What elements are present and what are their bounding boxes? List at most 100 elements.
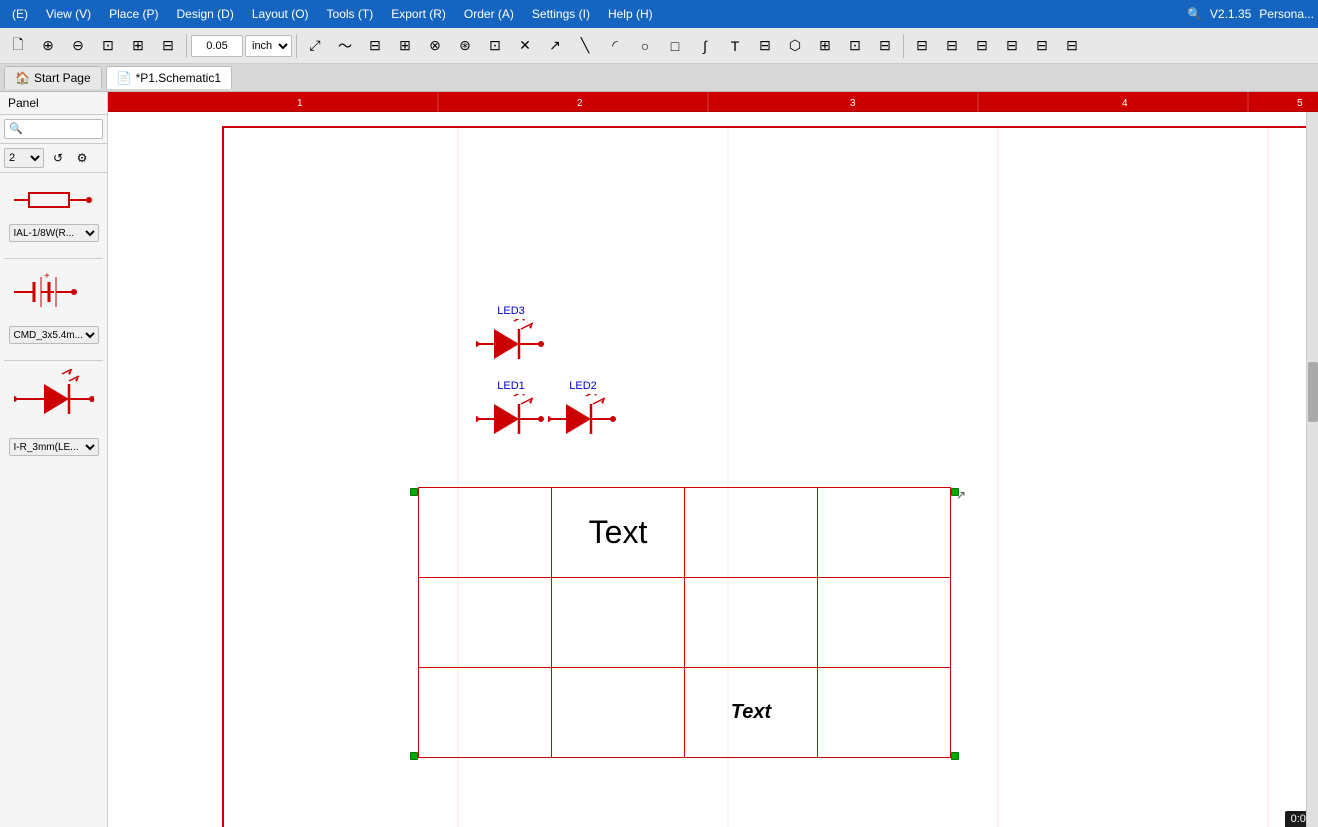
align-top-button[interactable]: ⊟ <box>968 32 996 60</box>
schematic-canvas[interactable]: LED3 <box>108 112 1318 827</box>
grid-unit-select[interactable]: inch mm <box>245 35 292 57</box>
tab-schematic1[interactable]: 📄 *P1.Schematic1 <box>106 66 232 89</box>
component-led[interactable]: I-R_3mm(LE... <box>4 365 103 460</box>
wire-button[interactable]: 〜 <box>331 32 359 60</box>
table-cell-1-0[interactable] <box>419 578 552 668</box>
rect-button[interactable]: □ <box>661 32 689 60</box>
search-icon[interactable]: 🔍 <box>1187 7 1202 21</box>
menu-item-settings[interactable]: Settings (I) <box>524 5 598 23</box>
table-button[interactable]: ⊞ <box>811 32 839 60</box>
distribute-v-button[interactable]: ⊟ <box>1058 32 1086 60</box>
table-cell-0-3[interactable] <box>818 488 951 578</box>
measure-button[interactable]: ↗ <box>541 32 569 60</box>
canvas-area[interactable]: 1 2 3 4 5 <box>108 92 1318 827</box>
bus-button[interactable]: ⊟ <box>361 32 389 60</box>
delete-button[interactable]: ✕ <box>511 32 539 60</box>
zoom-select[interactable]: 213 <box>4 148 44 168</box>
comp2-button[interactable]: ⊟ <box>871 32 899 60</box>
menu-item-layout[interactable]: Layout (O) <box>244 5 317 23</box>
table-cell-2-1[interactable] <box>552 668 685 758</box>
fit-button[interactable]: ⊡ <box>94 32 122 60</box>
polygon-button[interactable]: ⬡ <box>781 32 809 60</box>
menu-item-order[interactable]: Order (A) <box>456 5 522 23</box>
menu-item-tools[interactable]: Tools (T) <box>319 5 382 23</box>
align-bottom-button[interactable]: ⊟ <box>998 32 1026 60</box>
text-button[interactable]: T <box>721 32 749 60</box>
resize-icon[interactable]: ↗ <box>956 488 966 502</box>
pwrsym-button[interactable]: ⊡ <box>481 32 509 60</box>
table-cell-0-0[interactable] <box>419 488 552 578</box>
separator-3 <box>903 34 904 58</box>
move-button[interactable]: ⤢ <box>301 32 329 60</box>
grid-value-input[interactable] <box>191 35 243 57</box>
align-right-button[interactable]: ⊟ <box>938 32 966 60</box>
menu-right: 🔍 V2.1.35 Persona... <box>1187 7 1314 21</box>
menu-item-help[interactable]: Help (H) <box>600 5 661 23</box>
main-layout: Panel 213 ↺ ⚙ <box>0 92 1318 827</box>
handle-br[interactable] <box>951 752 959 760</box>
menu-item-place[interactable]: Place (P) <box>101 5 166 23</box>
handle-bl[interactable] <box>410 752 418 760</box>
table-cell-0-1[interactable]: Text <box>552 488 685 578</box>
vertical-scrollbar[interactable] <box>1306 112 1318 827</box>
new-button[interactable]: 🗋 <box>4 32 32 60</box>
zoom-in-button[interactable]: ⊕ <box>34 32 62 60</box>
table-cell-1-3[interactable] <box>818 578 951 668</box>
led1-component[interactable]: LED1 <box>476 380 546 457</box>
led2-symbol <box>548 394 618 454</box>
circle-button[interactable]: ○ <box>631 32 659 60</box>
grid-input-group: inch mm <box>191 35 292 57</box>
table-cell-1-2[interactable] <box>685 578 818 668</box>
handle-tl[interactable] <box>410 488 418 496</box>
menu-item-view[interactable]: View (V) <box>38 5 99 23</box>
panel-title: Panel <box>8 96 39 110</box>
schematic-table[interactable]: Text Text <box>418 487 951 758</box>
ruler-tick-4: 4 <box>1118 96 1132 111</box>
table-cell-0-2[interactable] <box>685 488 818 578</box>
snap-button[interactable]: ⊞ <box>124 32 152 60</box>
horizontal-ruler: 1 2 3 4 5 <box>108 92 1318 112</box>
table-cell-2-2[interactable]: Text <box>685 668 818 758</box>
panel-divider-2 <box>4 360 103 361</box>
curve-button[interactable]: ∫ <box>691 32 719 60</box>
schematic1-tab-icon: 📄 <box>117 71 132 85</box>
panel-search-input[interactable] <box>4 119 103 139</box>
netlabel-button[interactable]: ⊛ <box>451 32 479 60</box>
zoom-out-button[interactable]: ⊖ <box>64 32 92 60</box>
image-button[interactable]: ⊟ <box>751 32 779 60</box>
comp-button[interactable]: ⊡ <box>841 32 869 60</box>
start-page-tab-icon: 🏠 <box>15 71 30 85</box>
menu-item-export[interactable]: Export (R) <box>383 5 454 23</box>
led3-component[interactable]: LED3 <box>476 305 546 382</box>
menu-item-e[interactable]: (E) <box>4 5 36 23</box>
table-cell-1-1[interactable] <box>552 578 685 668</box>
component-battery[interactable]: + CMD_3x5.4m... <box>4 263 103 348</box>
separator-1 <box>186 34 187 58</box>
battery-select[interactable]: CMD_3x5.4m... <box>9 326 99 344</box>
panel-settings-button[interactable]: ⚙ <box>72 148 92 168</box>
panel-items: IAL-1/8W(R... <box>0 173 107 827</box>
ruler-tick-1: 1 <box>293 96 307 111</box>
tab-bar: 🏠 Start Page 📄 *P1.Schematic1 <box>0 64 1318 92</box>
separator-2 <box>296 34 297 58</box>
arc-button[interactable]: ◜ <box>601 32 629 60</box>
led-select[interactable]: I-R_3mm(LE... <box>9 438 99 456</box>
grid-button[interactable]: ⊟ <box>154 32 182 60</box>
scrollbar-thumb[interactable] <box>1308 362 1318 422</box>
refresh-button[interactable]: ↺ <box>48 148 68 168</box>
panel-divider-1 <box>4 258 103 259</box>
ruler-tick-2: 2 <box>573 96 587 111</box>
resistor-select[interactable]: IAL-1/8W(R... <box>9 224 99 242</box>
align-left-button[interactable]: ⊟ <box>908 32 936 60</box>
table-cell-2-0[interactable] <box>419 668 552 758</box>
table-cell-2-3[interactable] <box>818 668 951 758</box>
distribute-h-button[interactable]: ⊟ <box>1028 32 1056 60</box>
noconnect-button[interactable]: ⊗ <box>421 32 449 60</box>
ruler-tick-3: 3 <box>846 96 860 111</box>
line-button[interactable]: ╲ <box>571 32 599 60</box>
tab-start-page[interactable]: 🏠 Start Page <box>4 66 102 89</box>
menu-item-design[interactable]: Design (D) <box>168 5 241 23</box>
junction-button[interactable]: ⊞ <box>391 32 419 60</box>
led2-component[interactable]: LED2 <box>548 380 618 457</box>
component-resistor[interactable]: IAL-1/8W(R... <box>4 181 103 246</box>
